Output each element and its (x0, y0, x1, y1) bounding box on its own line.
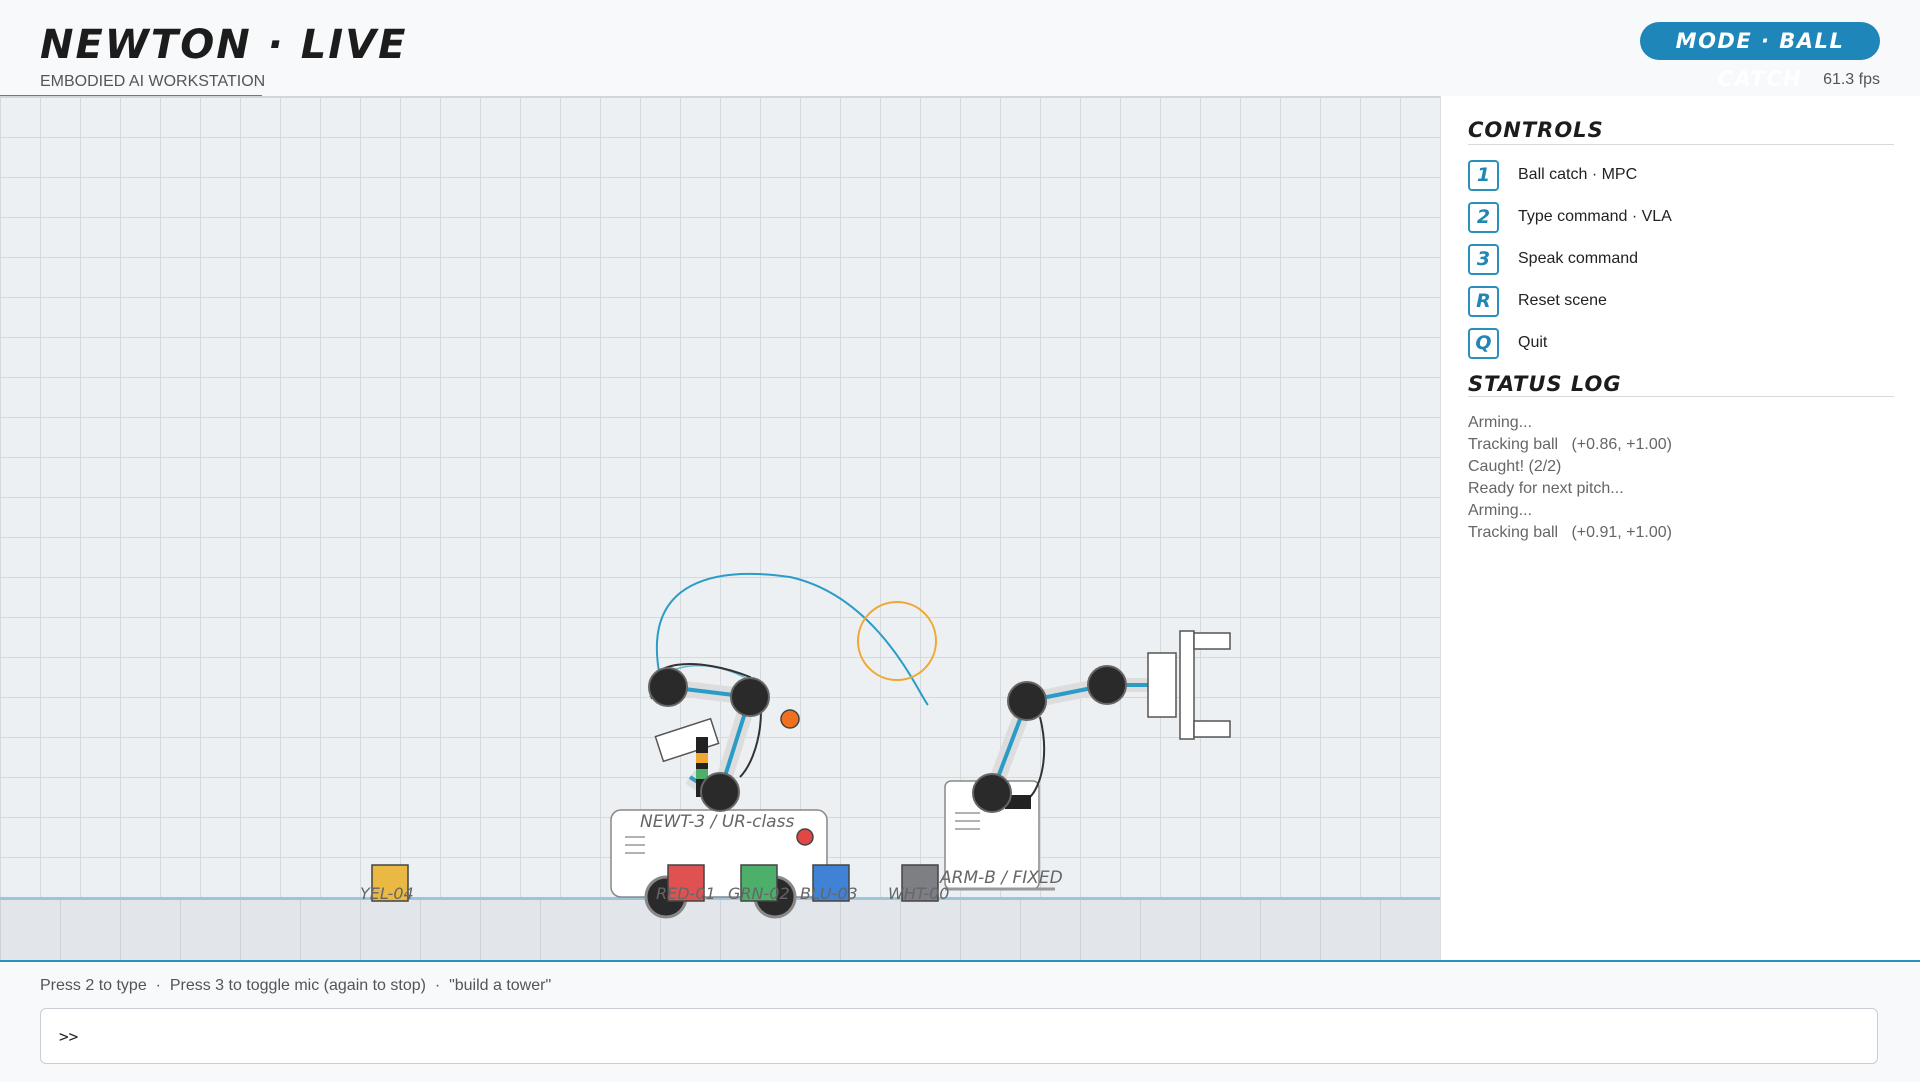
scene-canvas: NEWT-3 / UR-class ARM-B / FIXED YEL-04 R… (360, 572, 1231, 919)
block-label: BLU-03 (800, 884, 858, 903)
fixed-arm[interactable]: ARM-B / FIXED (939, 630, 1231, 891)
command-hint: Press 2 to type · Press 3 to toggle mic … (40, 977, 552, 994)
key-r-icon[interactable]: R (1468, 286, 1499, 317)
status-led (796, 828, 814, 846)
app-subtitle: EMBODIED AI WORKSTATION (40, 73, 266, 90)
control-label: Speak command (1518, 250, 1639, 267)
controls-divider (1468, 144, 1894, 145)
catch-target-ring (857, 601, 937, 681)
fps-readout: 61.3 fps (1823, 71, 1880, 88)
controls-title: CONTROLS (1468, 118, 1604, 142)
command-box[interactable]: >> (40, 1008, 1878, 1064)
mode-badge[interactable]: MODE · BALL CATCH (1640, 22, 1880, 91)
key-2-icon[interactable]: 2 (1468, 202, 1499, 233)
app-title: NEWTON · LIVE (40, 22, 408, 68)
key-q-icon[interactable]: Q (1468, 328, 1499, 359)
block-label: YEL-04 (360, 884, 414, 903)
gripper-finger-bottom (1193, 720, 1231, 738)
log-line: Tracking ball (+0.91, +1.00) (1468, 524, 1672, 541)
mobile-robot[interactable]: NEWT-3 / UR-class (610, 663, 828, 919)
mobile-robot-label: NEWT-3 / UR-class (640, 812, 794, 832)
control-quit[interactable]: Q Quit (1468, 328, 1888, 362)
block-label: WHT-00 (888, 884, 949, 903)
control-label: Quit (1518, 334, 1548, 351)
header: NEWTON · LIVE EMBODIED AI WORKSTATION MO… (0, 0, 1920, 97)
block-label: GRN-02 (728, 884, 790, 903)
log-line: Ready for next pitch... (1468, 480, 1624, 497)
gripper-finger-top (1193, 632, 1231, 650)
command-prompt: >> (59, 1027, 79, 1046)
fixed-arm-label: ARM-B / FIXED (939, 868, 1063, 888)
key-3-icon[interactable]: 3 (1468, 244, 1499, 275)
control-type-command[interactable]: 2 Type command · VLA (1468, 202, 1888, 236)
sidebar: CONTROLS 1 Ball catch · MPC 2 Type comma… (1440, 96, 1920, 960)
command-bar: Press 2 to type · Press 3 to toggle mic … (0, 960, 1920, 1082)
block-yel[interactable]: YEL-04 (360, 864, 414, 903)
command-input[interactable] (91, 1019, 1855, 1055)
block-label: RED-01 (656, 884, 716, 903)
control-label: Reset scene (1518, 292, 1607, 309)
control-label: Ball catch · MPC (1518, 166, 1638, 183)
ball (780, 709, 800, 729)
control-speak-command[interactable]: 3 Speak command (1468, 244, 1888, 278)
status-log-title: STATUS LOG (1468, 372, 1622, 396)
control-ball-catch[interactable]: 1 Ball catch · MPC (1468, 160, 1888, 194)
log-line: Arming... (1468, 414, 1533, 431)
key-1-icon[interactable]: 1 (1468, 160, 1499, 191)
log-line: Arming... (1468, 502, 1533, 519)
simulation-viewport[interactable]: NEWT-3 / UR-class ARM-B / FIXED YEL-04 R… (0, 96, 1440, 961)
gripper-wrist (1147, 652, 1177, 718)
log-line: Tracking ball (+0.86, +1.00) (1468, 436, 1672, 453)
control-reset-scene[interactable]: R Reset scene (1468, 286, 1888, 320)
status-log-divider (1468, 396, 1894, 397)
log-line: Caught! (2/2) (1468, 458, 1562, 475)
control-label: Type command · VLA (1518, 208, 1672, 225)
